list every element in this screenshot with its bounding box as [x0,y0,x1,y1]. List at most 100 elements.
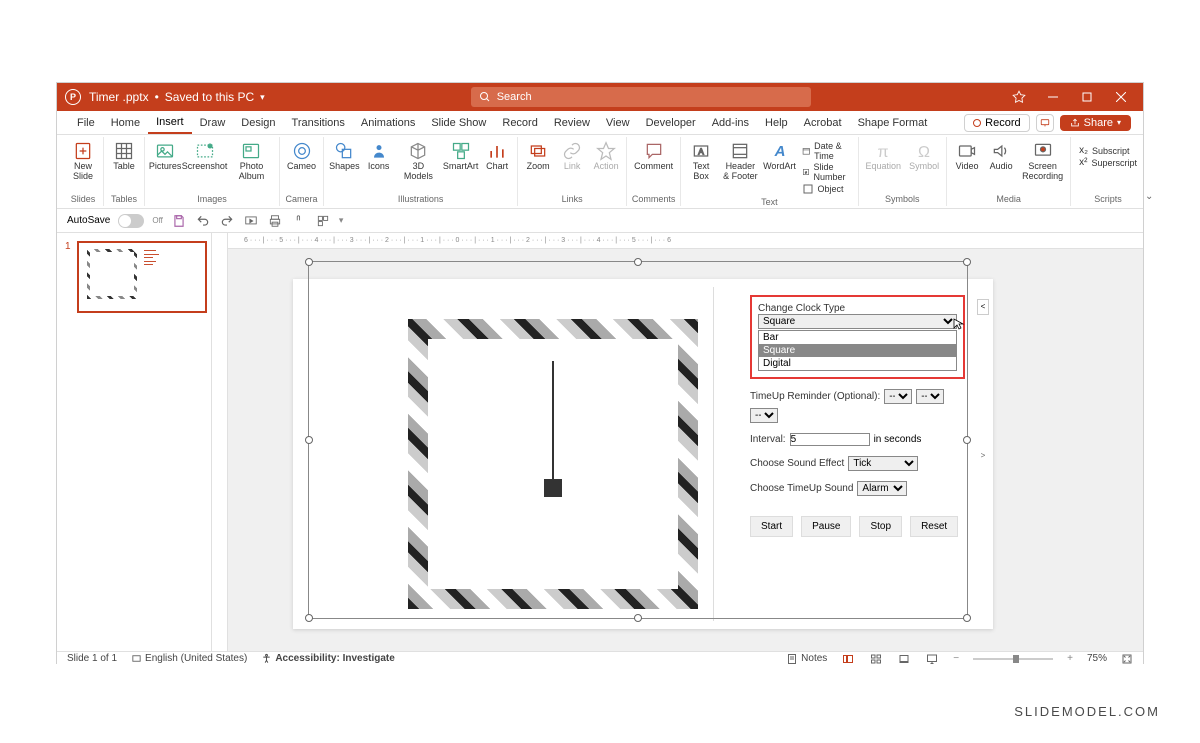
title-chevron-icon[interactable]: ▾ [260,92,265,103]
qat-touch-button[interactable] [291,213,307,229]
pictures-button[interactable]: Pictures [149,139,181,174]
sel-handle-se[interactable] [963,614,971,622]
tab-shapeformat[interactable]: Shape Format [850,113,936,133]
saved-status: Saved to this PC [165,90,254,104]
new-slide-icon [73,141,93,161]
sel-handle-w[interactable] [305,436,313,444]
qat-fromstart-button[interactable] [243,213,259,229]
tab-acrobat[interactable]: Acrobat [796,113,850,133]
zoom-level[interactable]: 75% [1087,653,1107,664]
close-button[interactable] [1105,83,1137,111]
tab-animations[interactable]: Animations [353,113,423,133]
zoom-button[interactable]: Zoom [522,139,554,174]
qat-print-button[interactable] [267,213,283,229]
table-button[interactable]: Table [108,139,140,174]
object-button[interactable]: Object [802,183,850,195]
zoom-slider[interactable] [973,658,1053,660]
sel-handle-sw[interactable] [305,614,313,622]
textbox-button[interactable]: AText Box [685,139,717,184]
maximize-button[interactable] [1071,83,1103,111]
action-button[interactable]: Action [590,139,622,174]
accessibility-label: Accessibility: Investigate [275,653,395,664]
undo-button[interactable] [195,213,211,229]
3dmodels-button[interactable]: 3D Models [397,139,441,184]
tab-record[interactable]: Record [494,113,545,133]
tab-transitions[interactable]: Transitions [284,113,353,133]
tab-developer[interactable]: Developer [638,113,704,133]
premium-icon[interactable] [1003,83,1035,111]
search-input[interactable] [497,91,803,103]
datetime-icon [802,145,811,157]
link-button[interactable]: Link [556,139,588,174]
tab-file[interactable]: File [69,113,103,133]
tab-slideshow[interactable]: Slide Show [423,113,494,133]
present-button[interactable] [1036,114,1054,132]
equation-button[interactable]: πEquation [863,139,905,174]
chart-button[interactable]: Chart [481,139,513,174]
wordart-button[interactable]: AWordArt [764,139,796,174]
share-button[interactable]: Share▾ [1060,115,1131,131]
chart-icon [487,141,507,161]
notes-icon [786,653,798,665]
tab-insert[interactable]: Insert [148,112,192,134]
redo-button[interactable] [219,213,235,229]
panel-collapse-button[interactable]: < [977,299,989,315]
sel-handle-nw[interactable] [305,258,313,266]
screenrec-button[interactable]: Screen Recording [1019,139,1066,184]
datetime-button[interactable]: Date & Time [802,141,850,161]
qat-dropdown[interactable]: ▾ [339,215,344,226]
tab-home[interactable]: Home [103,113,148,133]
icons-button[interactable]: Icons [363,139,395,174]
accessibility-status[interactable]: Accessibility: Investigate [261,653,395,664]
group-label-images: Images [197,194,227,204]
tab-view[interactable]: View [598,113,638,133]
qat-more-button[interactable] [315,213,331,229]
sel-handle-n[interactable] [634,258,642,266]
slide-canvas[interactable]: Change Clock Type Square Bar Square Digi… [228,249,1143,651]
video-button[interactable]: Video [951,139,983,174]
photoalbum-button[interactable]: Photo Album [228,139,275,184]
group-label-comments: Comments [632,194,676,204]
slide-thumbnail-1[interactable]: ▬▬▬▬▬▬▬▬▬▬▬▬▬▬▬▬▬▬▬ [77,241,207,313]
search-box[interactable] [471,87,811,107]
headerfooter-button[interactable]: Header & Footer [719,139,761,184]
save-button[interactable] [171,213,187,229]
view-slideshow-button[interactable] [925,653,939,665]
autosave-toggle[interactable] [118,214,144,228]
record-button[interactable]: Record [964,114,1029,132]
slidenumber-button[interactable]: #Slide Number [802,162,850,182]
zoom-in-button[interactable]: + [1067,653,1073,664]
minimize-button[interactable] [1037,83,1069,111]
zoom-out-button[interactable]: − [953,653,959,664]
new-slide-button[interactable]: New Slide [67,139,99,184]
sel-handle-ne[interactable] [963,258,971,266]
sel-handle-s[interactable] [634,614,642,622]
video-icon [957,141,977,161]
notes-button[interactable]: Notes [786,653,827,665]
fit-button[interactable] [1121,653,1133,665]
object-icon [802,183,814,195]
svg-text:Ω: Ω [918,144,930,161]
tab-design[interactable]: Design [233,113,283,133]
sel-handle-e[interactable] [963,436,971,444]
language-status[interactable]: English (United States) [131,653,247,664]
tab-help[interactable]: Help [757,113,796,133]
superscript-button[interactable]: x²Superscript [1079,157,1137,168]
cameo-button[interactable]: Cameo [284,139,319,174]
tab-draw[interactable]: Draw [192,113,234,133]
smartart-button[interactable]: SmartArt [442,139,479,174]
symbol-button[interactable]: ΩSymbol [906,139,942,174]
panel-expand-button[interactable]: > [977,449,989,465]
comment-button[interactable]: Comment [631,139,676,174]
view-normal-button[interactable] [841,653,855,665]
view-reading-button[interactable] [897,653,911,665]
view-sorter-button[interactable] [869,653,883,665]
screenshot-button[interactable]: +Screenshot [183,139,226,174]
selection-box[interactable] [308,261,968,619]
shapes-button[interactable]: Shapes [328,139,361,174]
tab-review[interactable]: Review [546,113,598,133]
audio-button[interactable]: Audio [985,139,1017,174]
subscript-button[interactable]: x₂Subscript [1079,145,1137,156]
tab-addins[interactable]: Add-ins [704,113,757,133]
ribbon-collapse-button[interactable]: ⌄ [1145,137,1153,206]
